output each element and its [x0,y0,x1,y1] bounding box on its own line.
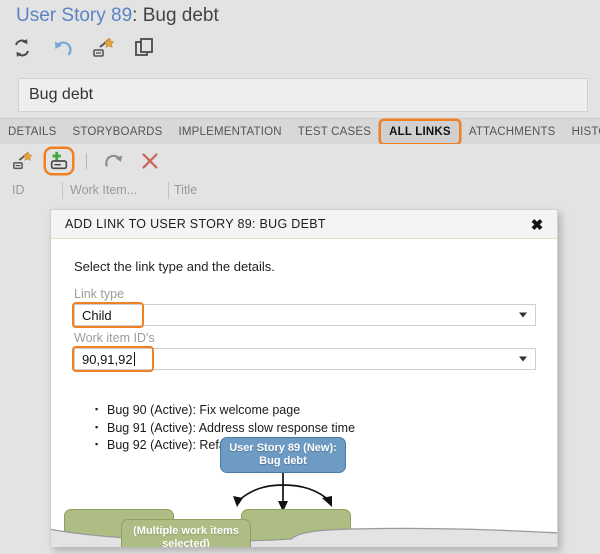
work-item-title-input[interactable] [18,78,588,112]
column-header-work-item[interactable]: Work Item... [70,183,137,197]
chevron-down-icon[interactable] [519,356,527,362]
link-type-value: Child [82,307,112,323]
add-link-icon[interactable] [46,149,72,173]
link-preview-diagram: User Story 89 (New): Bug debt (Multiple … [51,435,557,547]
tab-history[interactable]: HISTORY [564,119,600,145]
work-item-header: User Story 89: Bug debt [0,0,600,70]
add-link-dialog: ADD LINK TO USER STORY 89: BUG DEBT ✖ Se… [50,209,558,547]
copy-icon[interactable] [133,36,157,60]
diagram-parent-node: User Story 89 (New): Bug debt [220,437,346,473]
undo-icon[interactable] [51,36,75,60]
tab-attachments[interactable]: ATTACHMENTS [461,119,564,145]
link-type-label: Link type [74,287,125,301]
dialog-lead-text: Select the link type and the details. [74,259,275,274]
dialog-title: ADD LINK TO USER STORY 89: BUG DEBT [65,217,326,231]
tab-all-links[interactable]: ALL LINKS [381,120,459,143]
column-divider[interactable] [168,182,169,199]
work-item-title-suffix: : Bug debt [132,5,219,26]
work-item-ids-input[interactable]: 90,91,92 [74,348,536,370]
list-item: Bug 91 (Active): Address slow response t… [107,419,355,437]
column-divider[interactable] [62,182,63,199]
dialog-titlebar: ADD LINK TO USER STORY 89: BUG DEBT ✖ [50,209,558,239]
tab-bar: DETAILS STORYBOARDS IMPLEMENTATION TEST … [0,118,600,144]
delete-link-icon[interactable] [137,149,163,173]
open-link-icon[interactable] [101,149,127,173]
close-icon[interactable]: ✖ [528,216,546,234]
work-item-ids-label: Work item ID's [74,331,155,345]
toolbar-separator [86,153,87,169]
text-cursor [133,352,135,366]
column-header-title[interactable]: Title [174,183,197,197]
chevron-down-icon[interactable] [519,312,527,318]
links-toolbar [0,144,600,178]
work-item-toolbar [10,36,157,60]
title-field-container [0,70,600,118]
new-linked-work-item-icon[interactable] [10,149,36,173]
tab-implementation[interactable]: IMPLEMENTATION [170,119,289,145]
tab-test-cases[interactable]: TEST CASES [290,119,379,145]
diagram-children-summary-node: (Multiple work items selected) [121,519,251,547]
work-item-id-label: User Story 89 [16,5,133,26]
tab-storyboards[interactable]: STORYBOARDS [64,119,170,145]
new-linked-work-item-icon[interactable] [92,36,116,60]
list-item: Bug 90 (Active): Fix welcome page [107,401,355,419]
links-grid-header: ID Work Item... Title [0,180,600,204]
page-title: User Story 89: Bug debt [16,5,219,27]
tab-details[interactable]: DETAILS [0,119,64,145]
link-type-select[interactable]: Child [74,304,536,326]
column-header-id[interactable]: ID [12,183,25,197]
diagram-child-node [241,509,351,544]
dialog-body: Select the link type and the details. Li… [50,239,558,547]
work-item-ids-value: 90,91,92 [82,351,133,367]
refresh-icon[interactable] [10,36,34,60]
